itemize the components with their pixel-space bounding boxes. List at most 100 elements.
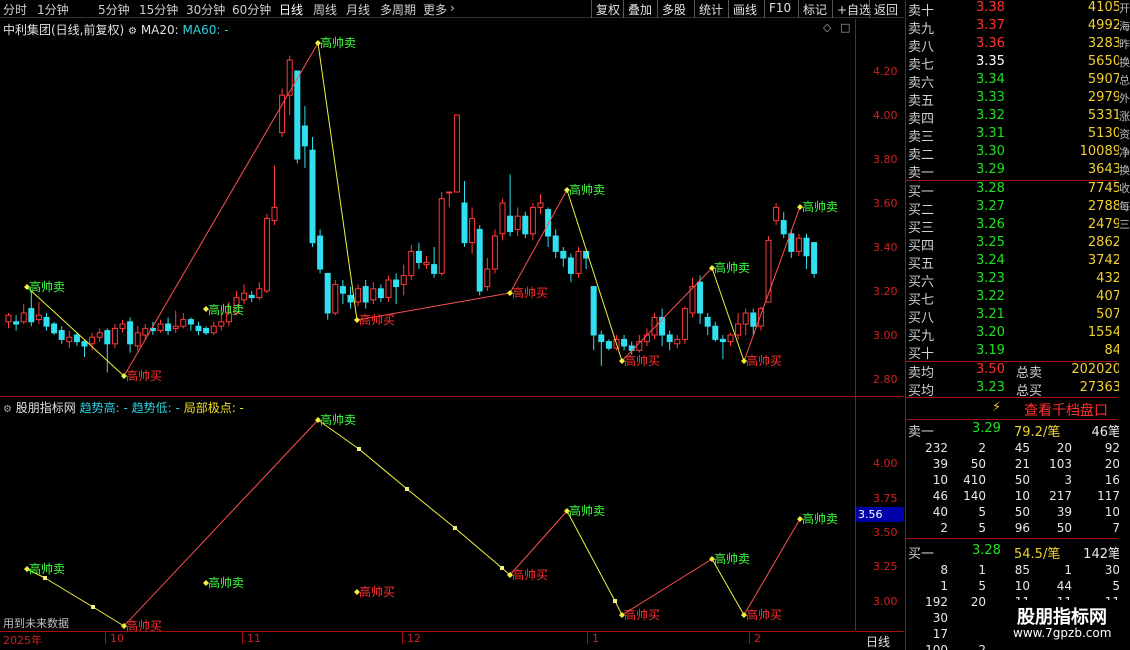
bid-row[interactable]: 买十 3.19 84	[906, 343, 1130, 362]
level-volume: 2479	[1087, 217, 1121, 232]
indicator-node	[613, 599, 617, 603]
candle-body	[621, 338, 628, 347]
side-strip-char: 换	[1119, 164, 1130, 177]
side-strip-char: 总	[1119, 74, 1130, 87]
candle-body	[203, 327, 210, 334]
queue-cell: 103	[1049, 457, 1072, 471]
side-strip-char: 三	[1119, 218, 1130, 231]
ask-row[interactable]: 卖十 3.38 4105	[906, 0, 1130, 19]
buy-signal-label: 高帅买	[126, 618, 162, 631]
candle-body	[408, 250, 415, 277]
bid-row[interactable]: 买五 3.24 3742	[906, 253, 1130, 272]
indicator-node	[405, 487, 409, 491]
queue-cell: 30	[932, 611, 948, 625]
candle-body	[446, 191, 453, 194]
bid-row[interactable]: 买二 3.27 2788	[906, 199, 1130, 218]
period-indicator[interactable]: 日线	[856, 631, 904, 650]
candle-body	[811, 242, 818, 274]
candle-body	[400, 275, 407, 285]
level-label: 卖三	[908, 130, 935, 145]
ask-row[interactable]: 卖九 3.37 4992	[906, 18, 1130, 37]
indicator-line	[358, 448, 408, 490]
level-volume: 3643	[1087, 162, 1121, 177]
bid-row[interactable]: 买六 3.23 432	[906, 271, 1130, 290]
sell-signal-label: 高帅卖	[208, 575, 244, 590]
ask-row[interactable]: 卖二 3.30 10089	[906, 144, 1130, 163]
ask-row[interactable]: 卖八 3.36 3283	[906, 36, 1130, 55]
candle-body	[514, 215, 521, 230]
bid-row[interactable]: 买九 3.20 1554	[906, 325, 1130, 344]
sell-signal-label: 高帅卖	[714, 551, 750, 566]
queue-cell: 5	[978, 505, 986, 519]
level-price: 3.34	[976, 72, 1005, 87]
queue-cell: 10	[932, 473, 948, 487]
bid-row[interactable]: 买八 3.21 507	[906, 307, 1130, 326]
candle-body	[187, 319, 194, 325]
candle-body	[20, 312, 27, 323]
level-price: 3.37	[976, 18, 1005, 33]
candle-body	[735, 323, 742, 336]
candle-body	[111, 327, 118, 345]
bid-row[interactable]: 买四 3.25 2862	[906, 235, 1130, 254]
candle-body	[13, 321, 20, 325]
queue-cell: 20	[1056, 441, 1072, 455]
ask1-queue: 232 2 45 20 92 39 50 21 103 20 10 410 50 3 16 46 140 10 21…	[906, 441, 1130, 537]
candle-body	[507, 215, 514, 233]
x-tick-label: 12	[407, 632, 421, 645]
candle-body	[567, 257, 574, 274]
bid-row[interactable]: 买三 3.26 2479	[906, 217, 1130, 236]
level-volume: 507	[1096, 307, 1121, 322]
candle-body	[757, 308, 764, 327]
candle-body	[271, 206, 278, 222]
queue-cell: 5	[978, 521, 986, 535]
x-tick-label: 11	[247, 632, 261, 645]
candle-body	[165, 323, 172, 332]
side-strip-char: 收	[1119, 182, 1130, 195]
buy-signal-label: 高帅买	[624, 353, 660, 368]
sell-signal-label: 高帅卖	[569, 182, 605, 197]
queue-cell: 2	[940, 521, 948, 535]
back-button[interactable]: 返回	[869, 0, 902, 18]
ask-row[interactable]: 卖七 3.35 5650	[906, 54, 1130, 73]
indicator-line	[509, 510, 568, 576]
level-price: 3.22	[976, 289, 1005, 304]
y-tick: 4.00	[873, 457, 898, 470]
queue-cell: 50	[1014, 473, 1030, 487]
indicator-line	[92, 606, 125, 627]
buy-signal-label: 高帅买	[126, 368, 162, 383]
queue-cell: 1	[940, 579, 948, 593]
candle-body	[248, 294, 255, 299]
candle-body	[643, 334, 650, 343]
y-tick: 3.50	[873, 526, 898, 539]
ask-row[interactable]: 卖三 3.31 5130	[906, 126, 1130, 145]
indicator-line	[454, 527, 503, 569]
kline-chart[interactable]: 高帅卖高帅买高帅卖高帅买高帅买高帅卖高帅买高帅卖高帅买高帅卖高帅卖高帅卖高帅买高…	[0, 0, 855, 631]
level-label: 买六	[908, 275, 935, 290]
candle-body	[89, 336, 96, 345]
ask-row[interactable]: 卖六 3.34 5907	[906, 72, 1130, 91]
level-label: 买二	[908, 203, 935, 218]
candle-body	[727, 334, 734, 343]
sell-signal-label: 高帅卖	[29, 561, 65, 576]
queue-cell: 44	[1056, 579, 1072, 593]
future-data-note: 用到未来数据	[3, 617, 69, 630]
candle-body	[104, 330, 111, 345]
level-volume: 84	[1104, 343, 1121, 358]
level-volume: 2788	[1087, 199, 1121, 214]
level-label: 卖二	[908, 148, 935, 163]
bid-row[interactable]: 买七 3.22 407	[906, 289, 1130, 308]
candle-body	[415, 250, 422, 263]
level-label: 卖十	[908, 4, 935, 19]
queue-row: 8 1 85 1 30	[906, 563, 1130, 579]
level-label: 买十	[908, 347, 935, 362]
candle-body	[803, 237, 810, 257]
candle-body	[127, 321, 134, 345]
view-depth-button[interactable]: ⚡ 查看千档盘口	[906, 399, 1117, 419]
ask-row[interactable]: 卖一 3.29 3643	[906, 162, 1130, 181]
candle-body	[5, 314, 12, 323]
level-price: 3.20	[976, 325, 1005, 340]
candle-body	[469, 217, 476, 244]
ask-row[interactable]: 卖四 3.32 5331	[906, 108, 1130, 127]
ask-row[interactable]: 卖五 3.33 2979	[906, 90, 1130, 109]
bid-row[interactable]: 买一 3.28 7745	[906, 181, 1130, 200]
